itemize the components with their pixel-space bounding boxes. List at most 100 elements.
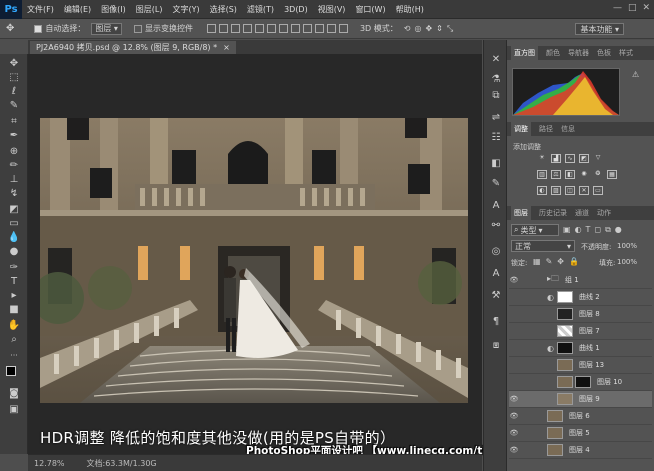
menu-edit[interactable]: 编辑(E) bbox=[59, 4, 96, 15]
tab-paths[interactable]: 路径 bbox=[539, 124, 553, 134]
menu-help[interactable]: 帮助(H) bbox=[391, 4, 429, 15]
filter-type-icon[interactable]: T bbox=[586, 225, 591, 235]
tab-info[interactable]: 信息 bbox=[561, 124, 575, 134]
blur-tool-icon[interactable]: 💧 bbox=[7, 232, 21, 244]
visibility-eye-icon[interactable]: 👁 bbox=[509, 446, 519, 454]
pen-tool-icon[interactable]: ✑ bbox=[7, 262, 21, 274]
lock-transparent-icon[interactable]: ▦ bbox=[533, 257, 541, 266]
layer-row[interactable]: ◐ 曲线 1 bbox=[509, 340, 652, 357]
distribute-bottom-icon[interactable] bbox=[302, 24, 312, 33]
gradient-tool-icon[interactable]: ▭ bbox=[7, 218, 21, 230]
tab-channels[interactable]: 通道 bbox=[575, 208, 589, 218]
history-icon[interactable]: ⚗ bbox=[490, 74, 502, 86]
glyphs-icon[interactable]: ⧆ bbox=[490, 340, 502, 352]
distribute-vcenter-icon[interactable] bbox=[290, 24, 300, 33]
black-white-icon[interactable]: ◧ bbox=[565, 170, 575, 179]
invert-icon[interactable]: ◐ bbox=[537, 186, 547, 195]
auto-select-checkbox[interactable]: 自动选择： bbox=[34, 23, 85, 34]
distribute-right-icon[interactable] bbox=[338, 24, 348, 33]
distribute-left-icon[interactable] bbox=[314, 24, 324, 33]
properties-icon[interactable]: ⇌ bbox=[490, 112, 502, 124]
tab-swatches[interactable]: 色板 bbox=[597, 48, 611, 58]
lock-pixels-icon[interactable]: ✎ bbox=[546, 257, 553, 266]
show-transform-checkbox[interactable]: 显示变换控件 bbox=[133, 23, 193, 34]
tab-actions[interactable]: 动作 bbox=[597, 208, 611, 218]
align-left-icon[interactable] bbox=[242, 24, 252, 33]
slide-3d-icon[interactable]: ⇕ bbox=[436, 24, 443, 34]
more-tools-icon[interactable]: ··· bbox=[7, 350, 21, 362]
crop-tool-icon[interactable]: ⌗ bbox=[7, 116, 21, 128]
auto-select-dropdown[interactable]: 图层 ▾ bbox=[91, 22, 122, 35]
align-hcenter-icon[interactable] bbox=[254, 24, 264, 33]
brush-presets-icon[interactable]: ✎ bbox=[490, 178, 502, 190]
layer-row-group[interactable]: 👁 ▸🗀 组 1 bbox=[509, 272, 652, 289]
close-tab-icon[interactable]: × bbox=[223, 43, 230, 52]
hand-tool-icon[interactable]: ✋ bbox=[7, 320, 21, 332]
paragraph-icon[interactable]: ¶ bbox=[490, 316, 502, 328]
hue-saturation-icon[interactable]: ▥ bbox=[537, 170, 547, 179]
align-vcenter-icon[interactable] bbox=[218, 24, 228, 33]
maximize-button[interactable]: □ bbox=[628, 3, 637, 13]
drag-3d-icon[interactable]: ✥ bbox=[425, 24, 432, 34]
layer-row[interactable]: ◐ 曲线 2 bbox=[509, 289, 652, 306]
layer-filter-dropdown[interactable]: ⌕ 类型 ▾ bbox=[511, 224, 559, 236]
type-tool-icon[interactable]: T bbox=[7, 276, 21, 288]
minimize-button[interactable]: — bbox=[613, 3, 622, 13]
gradient-map-icon[interactable]: ▭ bbox=[593, 186, 603, 195]
channel-mixer-icon[interactable]: ❂ bbox=[593, 170, 603, 179]
menu-type[interactable]: 文字(Y) bbox=[167, 4, 204, 15]
marquee-tool-icon[interactable]: ⬚ bbox=[7, 72, 21, 84]
distribute-top-icon[interactable] bbox=[278, 24, 288, 33]
filter-shape-icon[interactable]: ◻ bbox=[594, 225, 601, 235]
filter-adjust-icon[interactable]: ◐ bbox=[575, 225, 582, 235]
menu-3d[interactable]: 3D(D) bbox=[279, 5, 313, 14]
workspace-dropdown[interactable]: 基本功能 ▾ bbox=[575, 23, 624, 35]
tab-adjustments[interactable]: 调整 bbox=[511, 122, 531, 136]
info-icon[interactable]: ☷ bbox=[490, 132, 502, 144]
tab-layers[interactable]: 图层 bbox=[511, 206, 531, 220]
visibility-eye-icon[interactable]: 👁 bbox=[509, 412, 519, 420]
layer-row[interactable]: 图层 10 bbox=[509, 374, 652, 391]
levels-icon[interactable]: ▟ bbox=[551, 154, 561, 163]
healing-tool-icon[interactable]: ⊕ bbox=[7, 146, 21, 158]
brush-tool-icon[interactable]: ✏ bbox=[7, 160, 21, 172]
visibility-eye-icon[interactable]: 👁 bbox=[509, 429, 519, 437]
menu-view[interactable]: 视图(V) bbox=[313, 4, 351, 15]
tool-presets-icon[interactable]: ⚒ bbox=[490, 290, 502, 302]
opacity-input[interactable]: 100% bbox=[617, 242, 637, 250]
eyedropper-tool-icon[interactable]: ✒ bbox=[7, 130, 21, 142]
history-brush-tool-icon[interactable]: ↯ bbox=[7, 188, 21, 200]
histogram-refresh-icon[interactable]: ⚠ bbox=[632, 70, 639, 79]
move-tool-icon[interactable]: ✥ bbox=[7, 58, 21, 70]
curves-icon[interactable]: ∿ bbox=[565, 154, 575, 163]
menu-image[interactable]: 图像(I) bbox=[96, 4, 131, 15]
layer-row[interactable]: 👁 图层 4 bbox=[509, 442, 652, 459]
filter-toggle-icon[interactable]: ● bbox=[615, 225, 622, 235]
threshold-icon[interactable]: ◫ bbox=[565, 186, 575, 195]
quick-select-tool-icon[interactable]: ✎ bbox=[7, 100, 21, 112]
layer-row[interactable]: 图层 7 bbox=[509, 323, 652, 340]
close-window-button[interactable]: ✕ bbox=[642, 3, 650, 13]
swatches-icon[interactable]: ◧ bbox=[490, 158, 502, 170]
visibility-eye-icon[interactable]: 👁 bbox=[509, 395, 519, 403]
visibility-eye-icon[interactable]: 👁 bbox=[509, 276, 519, 284]
layer-row-selected[interactable]: 👁 图层 9 bbox=[509, 391, 652, 408]
path-select-tool-icon[interactable]: ▸ bbox=[7, 290, 21, 302]
move-tool-icon[interactable]: ✥ bbox=[6, 23, 14, 34]
brightness-icon[interactable]: ☀ bbox=[537, 154, 547, 163]
screen-mode-icon[interactable]: ▣ bbox=[7, 404, 21, 416]
photo-filter-icon[interactable]: ◉ bbox=[579, 170, 589, 179]
align-right-icon[interactable] bbox=[266, 24, 276, 33]
tab-navigator[interactable]: 导航器 bbox=[568, 48, 589, 58]
tab-color[interactable]: 颜色 bbox=[546, 48, 560, 58]
fill-input[interactable]: 100% bbox=[617, 258, 637, 266]
color-lookup-icon[interactable]: ▦ bbox=[607, 170, 617, 179]
align-bottom-icon[interactable] bbox=[230, 24, 240, 33]
scale-3d-icon[interactable]: ⤡ bbox=[447, 24, 453, 34]
menu-window[interactable]: 窗口(W) bbox=[350, 4, 390, 15]
align-top-icon[interactable] bbox=[206, 24, 216, 33]
document-tab[interactable]: PJ2A6940 拷贝.psd @ 12.8% (图层 9, RGB/8) * … bbox=[30, 41, 236, 54]
dodge-tool-icon[interactable]: ● bbox=[7, 246, 21, 258]
collapse-panel-icon[interactable]: ✕ bbox=[490, 54, 502, 66]
quick-mask-icon[interactable]: ◙ bbox=[7, 388, 21, 400]
